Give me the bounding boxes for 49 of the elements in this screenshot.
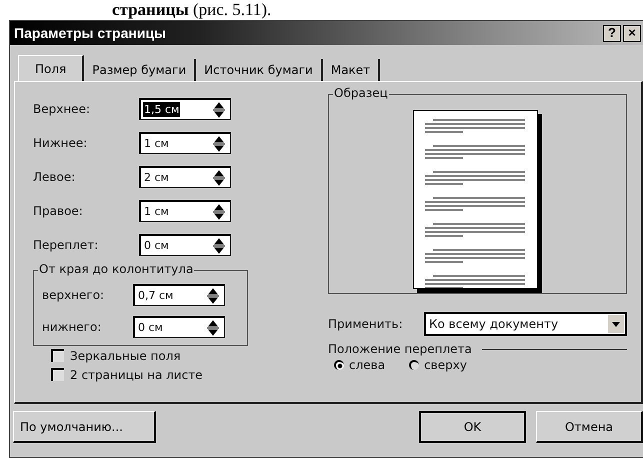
field-label: Верхнее: — [33, 102, 91, 116]
field-label: Правое: — [33, 204, 84, 218]
spin-field[interactable]: 0 см — [139, 234, 231, 256]
group-title: От края до колонтитула — [38, 262, 194, 276]
radio-label[interactable]: слева — [349, 358, 386, 372]
field-label: нижнего: — [42, 320, 102, 334]
spin-field[interactable]: 1,5 см — [139, 98, 231, 120]
radio-label[interactable]: сверху — [424, 358, 467, 372]
cancel-button[interactable]: Отмена — [536, 411, 643, 443]
spin-field[interactable]: 2 см — [139, 166, 231, 188]
checkbox-label[interactable]: Зеркальные поля — [70, 348, 181, 362]
tab[interactable]: Поля — [18, 55, 84, 81]
field-value: 1 см — [143, 136, 170, 151]
apply-dropdown[interactable]: Ко всему документу — [424, 312, 627, 336]
field-value: 0 см — [137, 320, 164, 335]
field-label: Левое: — [33, 170, 76, 184]
spin-arrows-icon[interactable] — [206, 286, 220, 304]
spin-arrows-icon[interactable] — [212, 134, 226, 152]
group-title: Образец — [333, 86, 389, 100]
checkbox-label[interactable]: 2 страницы на листе — [70, 368, 203, 382]
apply-label: Применить: — [328, 317, 404, 331]
spin-arrows-icon[interactable] — [212, 236, 226, 254]
ok-button[interactable]: OK — [419, 411, 526, 443]
checkbox[interactable] — [51, 368, 64, 381]
caption-text: страницы (рис. 5.11). — [111, 0, 272, 20]
default-button[interactable]: По умолчанию... — [13, 411, 156, 443]
checkbox[interactable] — [51, 349, 64, 362]
spin-field[interactable]: 0,7 см — [133, 284, 225, 306]
field-label: Переплет: — [33, 238, 100, 252]
spin-arrows-icon[interactable] — [212, 168, 226, 186]
field-value: 2 см — [143, 170, 170, 185]
field-label: верхнего: — [42, 288, 106, 302]
close-button[interactable]: × — [623, 24, 641, 42]
group-title: Положение переплета — [328, 342, 472, 356]
field-value: 1 см — [143, 204, 170, 219]
window-title: Параметры страницы — [14, 25, 166, 41]
spin-arrows-icon[interactable] — [212, 202, 226, 220]
field-value: 0,7 см — [137, 288, 174, 303]
radio-button[interactable] — [334, 360, 344, 370]
radio-button[interactable] — [409, 360, 420, 370]
field-value: 0 см — [143, 238, 170, 253]
spin-field[interactable]: 0 см — [133, 316, 225, 338]
field-label: Нижнее: — [33, 136, 88, 150]
spin-arrows-icon[interactable] — [212, 100, 226, 118]
field-value: 1,5 см — [143, 102, 180, 117]
spin-arrows-icon[interactable] — [206, 318, 220, 336]
spin-field[interactable]: 1 см — [139, 200, 231, 222]
spin-field[interactable]: 1 см — [139, 132, 231, 154]
help-button[interactable]: ? — [603, 24, 621, 42]
